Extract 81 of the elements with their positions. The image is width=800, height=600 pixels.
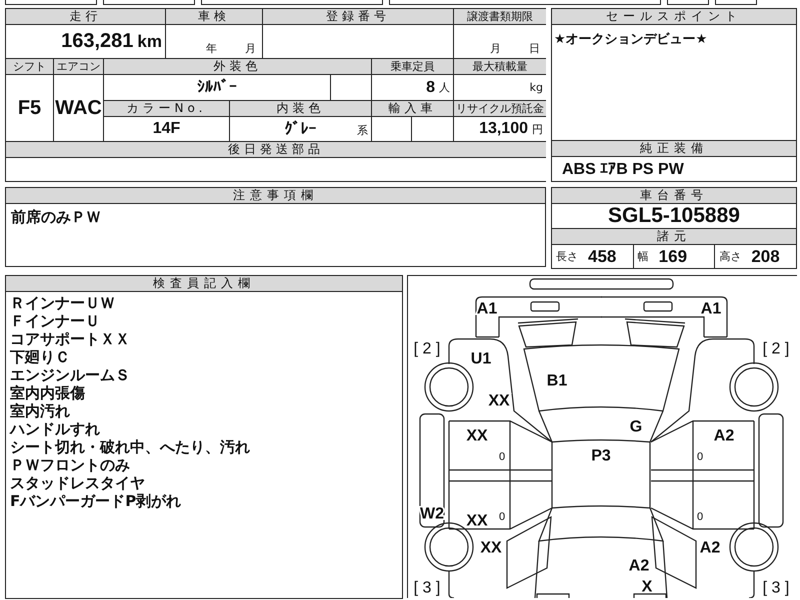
inspector-note: 下廻りＣ <box>10 348 70 366</box>
inspector-note: 室内汚れ <box>10 402 70 420</box>
section-header: セールスポイント <box>552 9 796 25</box>
interior-color-value: ｸﾞﾚｰ <box>284 120 316 138</box>
section-header: 車台番号 <box>552 188 796 204</box>
damage-code: A1 <box>476 300 498 318</box>
unit-label: 日 <box>529 41 540 56</box>
inspector-note: スタッドレスタイヤ <box>10 474 145 492</box>
chassis-number: SGL5-105889 <box>607 204 741 228</box>
tire-grade: [ 3 ] <box>762 580 790 596</box>
header-cell: 後日発送部品 <box>6 142 546 157</box>
unit-label: 月 <box>245 41 256 56</box>
header-cell: 車検 <box>166 9 262 24</box>
notes-text: 前席のみＰＷ <box>10 207 102 228</box>
unit-label: 系 <box>357 123 368 138</box>
header-cell: 外装色 <box>104 59 371 74</box>
damage-code: XX <box>488 392 510 410</box>
header-cell: エアコン <box>54 59 103 74</box>
panel-mark: 0 <box>498 511 506 523</box>
unit-label: 円 <box>532 122 543 136</box>
damage-code: G <box>630 418 642 436</box>
dimension-value: 458 <box>588 246 616 266</box>
header-cell: 内装色 <box>230 101 371 116</box>
damage-code: XX <box>466 428 488 444</box>
shift-value: F5 <box>18 96 42 120</box>
panel-mark: 0 <box>696 451 704 463</box>
tire-grade: [ 2 ] <box>762 340 790 358</box>
header-cell: 最大積載量 <box>454 59 546 74</box>
inspector-note: ＦインナーＵ <box>10 312 100 330</box>
unit-label: 月 <box>490 41 501 56</box>
dimension-label: 長さ <box>556 249 578 264</box>
inspector-note: FバンパーガードP剥がれ <box>10 492 182 510</box>
header-cell: 輸入車 <box>372 101 453 116</box>
dimension-label: 高さ <box>719 249 742 264</box>
damage-code: XX <box>480 540 502 556</box>
damage-code: XX <box>466 512 488 530</box>
damage-code: A1 <box>700 300 722 318</box>
damage-code: U1 <box>470 350 492 368</box>
unit-label: 人 <box>439 80 450 95</box>
inspector-note: 室内内張傷 <box>10 384 85 402</box>
damage-code: X <box>642 578 652 596</box>
damage-code: B1 <box>546 372 568 390</box>
section-header: 純正装備 <box>552 140 796 157</box>
section-header: 検査員記入欄 <box>6 276 402 292</box>
header-cell: 登録番号 <box>263 9 453 24</box>
exterior-color-value: ｼﾙﾊﾞｰ <box>197 78 237 97</box>
dimension-value: 208 <box>751 246 780 266</box>
dimension-label: 幅 <box>638 249 649 264</box>
sales-point-text: ★オークションデビュー★ <box>554 32 708 47</box>
panel-mark: 0 <box>498 451 506 463</box>
header-cell: カラーNo. <box>104 101 229 116</box>
tire-grade: [ 2 ] <box>414 340 440 358</box>
header-cell: リサイクル預託金 <box>454 101 546 116</box>
section-header: 諸元 <box>552 228 796 245</box>
inspector-note: ＲインナーＵＷ <box>10 294 115 312</box>
tire-grade: [ 3 ] <box>414 580 440 596</box>
inspector-note: コアサポートＸＸ <box>10 330 130 348</box>
recycling-deposit-value: 13,100 <box>479 120 528 138</box>
section-header: 注意事項欄 <box>6 188 545 204</box>
capacity-value: 8 <box>426 78 435 96</box>
equipment-text: ABS ｴｱB PS PW <box>561 160 685 180</box>
mileage-value: 163,281 <box>61 30 134 53</box>
header-cell: 譲渡書類期限 <box>454 9 546 24</box>
damage-code: A2 <box>700 540 720 556</box>
unit-label: kg <box>530 81 543 94</box>
unit-label: 年 <box>206 41 217 56</box>
damage-code: A2 <box>628 558 650 574</box>
inspector-note: ＰＷフロントのみ <box>10 456 130 474</box>
inspector-note: シート切れ・破れ中、へたり、汚れ <box>10 438 250 456</box>
header-cell: 走行 <box>6 9 165 24</box>
inspector-note: エンジンルームＳ <box>10 366 130 384</box>
header-cell: 乗車定員 <box>372 59 453 74</box>
dimension-value: 169 <box>658 246 688 266</box>
unit-label: km <box>137 32 162 52</box>
header-cell: シフト <box>6 59 53 74</box>
damage-code: P3 <box>591 448 611 464</box>
inspector-note: ハンドルすれ <box>10 420 100 438</box>
panel-mark: 0 <box>696 511 704 523</box>
damage-code: A2 <box>714 428 734 444</box>
color-number-value: 14F <box>152 120 180 138</box>
aircon-value: WAC <box>55 96 102 120</box>
